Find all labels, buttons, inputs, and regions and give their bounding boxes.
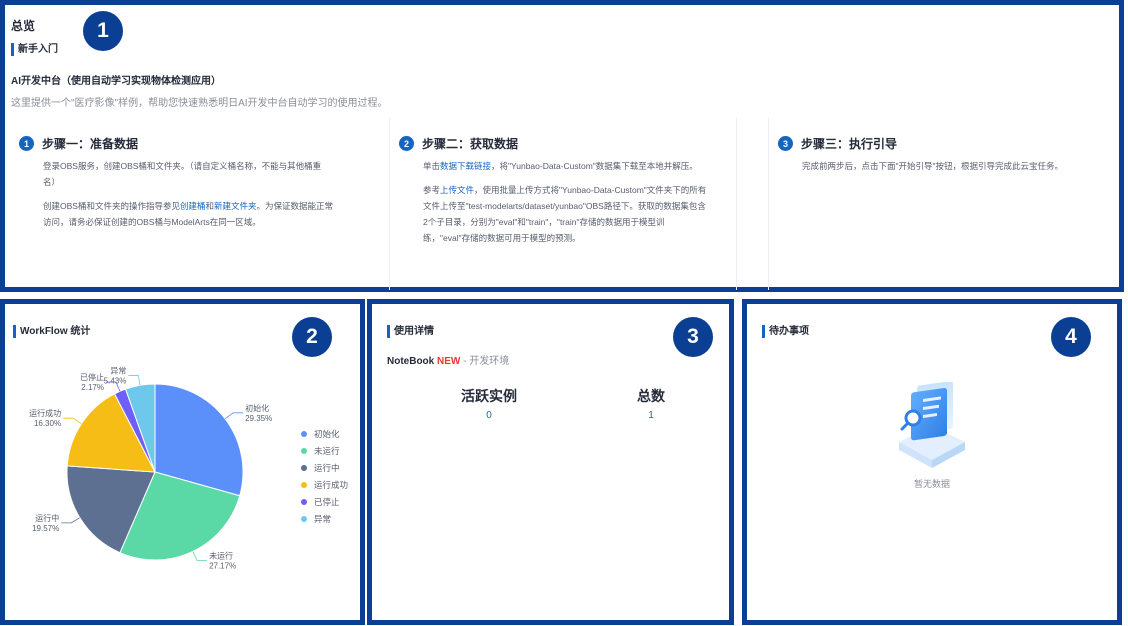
step-title-1: 步骤一：准备数据 [42,137,139,151]
legend-label: 未运行 [314,445,340,456]
active-instances-label: 活跃实例 [461,388,517,404]
step-card-1: 1 步骤一：准备数据 登录OBS服务，创建OBS桶和文件夹。（请自定义桶名称，不… [19,118,359,290]
overview-description: 这里提供一个"医疗影像"样例，帮助您快速熟悉明日AI开发中台自动学习的使用过程。 [11,98,388,109]
step-number-3: 3 [778,136,793,151]
legend-dot-icon [301,447,307,454]
legend-dot-icon [301,464,307,471]
legend-dot-icon [301,481,307,488]
pie-label-value-0: 29.35% [245,414,272,423]
step-card-2: 2 步骤二：获取数据 单击数据下载链接，将"Yunbao-Data-Custom… [399,118,729,290]
legend-dot-icon [301,498,307,505]
step-divider [389,118,390,290]
step-3-text: 完成前两步后，点击下面"开始引导"按钮，根据引导完成此云宝任务。 [802,161,1064,171]
pie-leader-line-5 [128,375,141,386]
step-1-guide: 创建OBS桶和文件夹的操作指导参见创建桶和新建文件夹。为保证数据能正常访问，请务… [43,201,334,227]
step-divider [736,118,737,290]
pie-label-value-1: 27.17% [209,562,236,571]
create-folder-link[interactable]: 新建文件夹 [214,201,257,211]
pie-label-value-2: 19.57% [32,524,59,533]
legend-dot-icon [301,515,307,522]
data-download-link[interactable]: 数据下载链接 [440,161,491,171]
pie-label-value-4: 2.17% [81,383,104,392]
legend-item-3[interactable]: 运行成功 [301,476,348,493]
legend-item-1[interactable]: 未运行 [301,442,348,459]
step-2-download-text: 单击数据下载链接，将"Yunbao-Data-Custom"数据集下载至本地并解… [423,161,698,171]
overview-subtitle: AI开发中台（使用自动学习实现物体检测应用） [11,76,221,87]
legend-label: 异常 [314,513,332,524]
legend-label: 运行中 [314,462,340,473]
pie-leader-line-1 [192,551,208,561]
legend-item-5[interactable]: 异常 [301,510,348,527]
usage-panel: 使用详情 3 NoteBook NEW - 开发环境 活跃实例 0 总数 1 [367,299,734,625]
section-title-workflow: WorkFlow 统计 [13,325,90,338]
legend-item-0[interactable]: 初始化 [301,425,348,442]
empty-state-text: 暂无数据 [913,479,950,489]
workflow-panel: WorkFlow 统计 2 初始化 29.35% 未运行 27.17% 运行中 19.57… [0,299,365,625]
pie-legend: 初始化未运行运行中运行成功已停止异常 [301,425,348,527]
pie-label-value-5: 5.43% [104,376,127,385]
step-card-3: 3 步骤三：执行引导 完成前两步后，点击下面"开始引导"按钮，根据引导完成此云宝… [778,118,1118,290]
notebook-line: NoteBook NEW - 开发环境 [387,352,509,367]
legend-item-4[interactable]: 已停止 [301,493,348,510]
callout-badge-4: 4 [1051,317,1091,357]
pie-label-name-1: 未运行 [209,551,233,561]
legend-label: 已停止 [314,496,340,507]
step-1-text: 登录OBS服务，创建OBS桶和文件夹。（请自定义桶名称，不能与其他桶重名） [43,161,322,187]
pie-label-name-5: 异常 [110,366,126,375]
section-title-getting-started: 新手入门 [11,43,58,56]
notebook-name: NoteBook [387,356,435,367]
active-instances-value[interactable]: 0 [429,410,549,421]
callout-badge-2: 2 [292,317,332,357]
pie-label-name-0: 初始化 [245,403,269,413]
document-search-icon [899,382,965,468]
section-title-todo: 待办事项 [762,325,809,338]
legend-label: 初始化 [314,428,340,439]
overview-panel: 总览 1 新手入门 AI开发中台（使用自动学习实现物体检测应用） 这里提供一个"… [0,0,1124,292]
step-2-upload-text: 参考上传文件，使用批量上传方式将"Yunbao-Data-Custom"文件夹下… [423,185,707,243]
pie-leader-line-0 [224,412,244,420]
step-title-3: 步骤三：执行引导 [801,137,898,151]
callout-badge-1: 1 [83,11,123,51]
pie-leader-line-2 [61,517,80,524]
step-divider [768,118,769,290]
step-number-1: 1 [19,136,34,151]
workflow-pie-chart: 初始化29.35% 未运行27.17% 运行中19.57% 运行成功16.30% 已停止… [29,366,272,571]
step-number-2: 2 [399,136,414,151]
section-title-usage: 使用详情 [387,325,434,338]
pie-label-name-2: 运行中 [35,513,59,523]
pie-leader-line-3 [63,417,82,425]
total-value[interactable]: 1 [591,410,711,421]
legend-dot-icon [301,430,307,437]
total-label: 总数 [637,388,665,404]
callout-badge-3: 3 [673,317,713,357]
todo-panel: 待办事项 4 暂无数据 [742,299,1122,625]
pie-label-value-3: 16.30% [34,419,61,428]
notebook-env-label: - 开发环境 [460,356,510,367]
legend-label: 运行成功 [314,479,349,490]
new-badge: NEW [437,356,461,367]
page-title: 总览 [11,19,36,33]
pie-label-name-4: 已停止 [80,372,104,382]
legend-item-2[interactable]: 运行中 [301,459,348,476]
create-bucket-link[interactable]: 创建桶 [180,201,206,211]
step-title-2: 步骤二：获取数据 [422,137,519,151]
pie-label-name-3: 运行成功 [29,408,61,418]
upload-file-link[interactable]: 上传文件 [440,185,474,195]
